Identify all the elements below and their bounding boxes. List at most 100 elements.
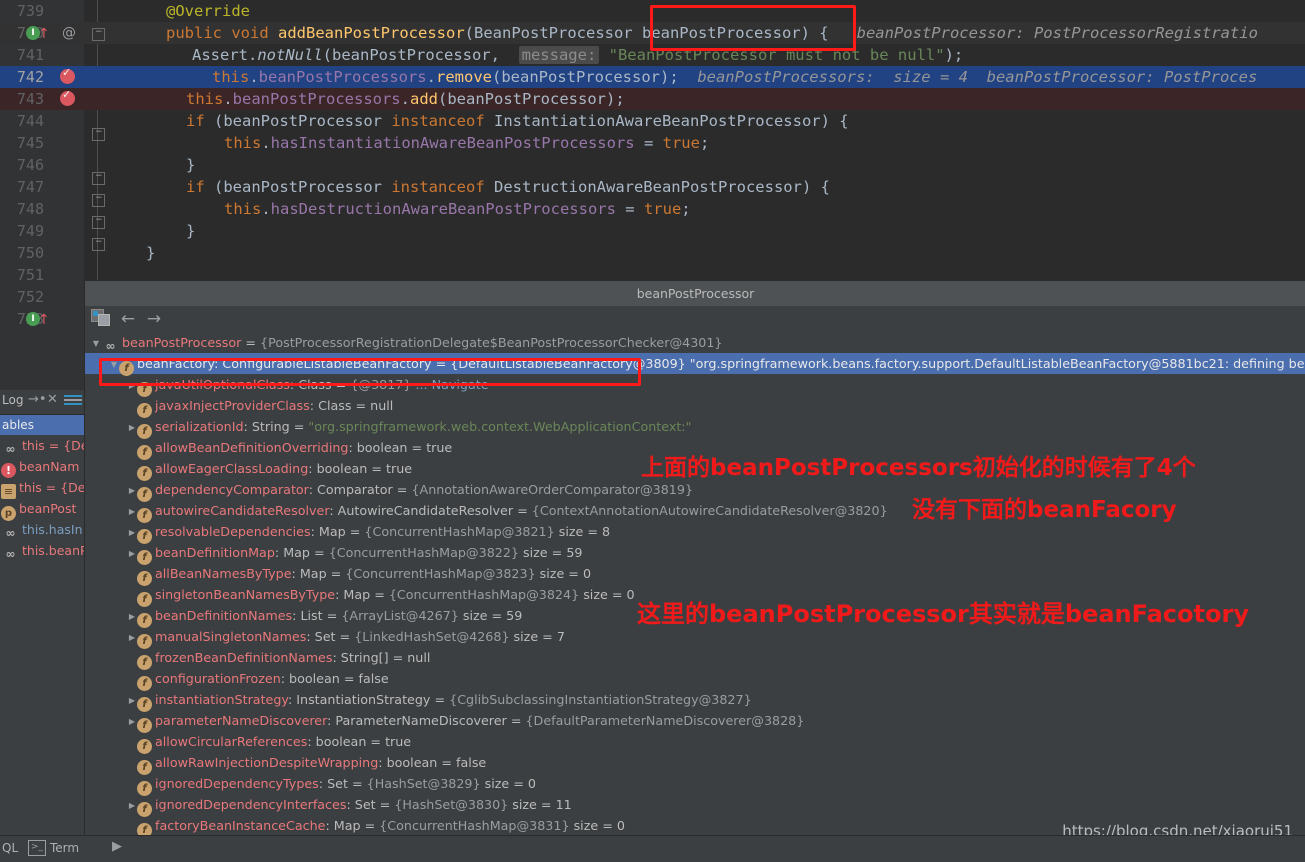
variable-list-item-label: this = {De [19,480,86,495]
variable-list-item-label: this = {De [22,438,89,453]
tree-row[interactable]: f allowRawInjectionDespiteWrapping: boole… [85,752,1305,775]
debug-panel-tabs[interactable]: Log →• ✕ [0,390,84,415]
chevron-right-icon[interactable] [127,795,137,816]
inline-hint-message-label: message: [518,46,600,64]
tree-row[interactable]: ∞ beanPostProcessor = {PostProcessorRegis… [85,332,1305,353]
tree-row-ref: {DefaultParameterNameDiscoverer@3828} [525,713,805,728]
menu-icon[interactable] [64,395,82,407]
line-number-747: 747 [16,178,44,196]
tree-row-type: : Class [289,377,332,392]
tree-row[interactable]: f allowCircularReferences: boolean = true [85,731,1305,754]
debug-value-popup[interactable]: beanPostProcessor ← → ∞ beanPostProcessor… [84,280,1305,862]
tree-row[interactable]: fparameterNameDiscoverer: ParameterNameD… [85,710,1305,733]
chevron-right-icon[interactable] [127,522,137,543]
layout-icon[interactable] [91,309,113,329]
tree-row-name: parameterNameDiscoverer [155,713,328,728]
status-bar[interactable]: QL >_ Term ▶ [0,835,1305,862]
popup-toolbar[interactable]: ← → [85,306,1305,332]
tree-row-value: size = 0 [535,566,592,581]
tab-log-label[interactable]: Log [2,393,23,407]
tree-row-type: : Set [306,629,336,644]
navigate-link[interactable]: ... Navigate [411,377,488,392]
tree-row[interactable]: fserializationId: String = "org.springfr… [85,416,1305,439]
variable-list-item[interactable]: ∞ this.beanP [0,540,88,561]
arrow-left-icon[interactable]: ← [117,309,139,329]
tree-row-type: : Set [346,797,376,812]
tree-row[interactable]: f javaxInjectProviderClass: Class = null [85,395,1305,418]
chevron-right-icon[interactable] [127,480,137,501]
tree-row-equals: = [322,608,342,623]
run-method-icon-2[interactable]: I ↑ [26,308,54,330]
chevron-right-icon[interactable] [127,501,137,522]
tree-row-equals: = [375,797,395,812]
tree-row[interactable]: f configurationFrozen: boolean = false [85,668,1305,691]
chevron-right-icon[interactable] [127,375,137,396]
chevron-right-icon[interactable] [127,606,137,627]
tree-row-ref: {ConcurrentHashMap@3824} [388,587,580,602]
arrow-right-icon[interactable]: → [143,309,165,329]
tree-row-name: serializationId [155,419,244,434]
tree-row-name: singletonBeanNamesByType [155,587,336,602]
tree-row[interactable]: finstantiationStrategy: InstantiationStr… [85,689,1305,712]
variable-list-item[interactable]: ∞ this.hasIn [0,519,84,540]
line-number-741: 741 [16,46,44,64]
breakpoint-icon-743[interactable]: ✓ [60,88,77,112]
chevron-right-icon[interactable] [127,543,137,564]
tree-row-equals: = [437,755,457,770]
variable-list-item-label: this.beanP [22,543,88,558]
local-var-icon: ∞ [5,547,16,561]
debug-variables-panel[interactable]: Log →• ✕ ables ∞ this = {De! beanNam ≡ this … [0,390,89,862]
variable-list-item[interactable]: ∞ this = {De [0,435,89,456]
fold-marker-749[interactable]: − [92,215,105,229]
variable-list-item[interactable]: ! beanNam [0,456,84,478]
variable-list-item[interactable]: ≡ this = {De [0,477,86,499]
breakpoint-icon-742[interactable]: ✓ [60,66,77,90]
chevron-down-icon[interactable] [91,333,101,354]
tree-row[interactable]: f allBeanNamesByType: Map = {ConcurrentHa… [85,563,1305,586]
terminal-icon[interactable]: >_ [28,840,46,856]
fold-marker-740[interactable]: − [92,27,105,41]
annotation-text: 上面的beanPostProcessors初始化的时候有了4个 [641,455,1196,481]
inline-hint-742a: beanPostProcessors: [697,68,875,86]
pin-icon[interactable]: →• [28,392,47,407]
tree-row-equals: = [331,377,351,392]
chevron-right-icon[interactable] [127,627,137,648]
chevron-right-icon[interactable] [127,417,137,438]
fold-marker-747[interactable]: − [92,193,105,207]
tree-row-type: : boolean [378,755,438,770]
tree-row[interactable]: fignoredDependencyInterfaces: Set = {Has… [85,794,1305,817]
fold-marker-744[interactable]: − [92,127,105,141]
tree-row[interactable]: fbeanDefinitionMap: Map = {ConcurrentHas… [85,542,1305,565]
tree-row[interactable]: fmanualSingletonNames: Set = {LinkedHash… [85,626,1305,649]
tree-row-ref: {@3817} [350,377,412,392]
tree-row-value: size = 8 [554,524,611,539]
tree-row[interactable]: f frozenBeanDefinitionNames: String[] = n… [85,647,1305,670]
chevron-down-icon[interactable] [109,354,119,375]
chevron-right-icon[interactable] [127,711,137,732]
play-icon[interactable]: ▶ [112,839,122,854]
tree-row-type: : boolean [308,461,368,476]
tree-row-name: javaUtilOptionalClass [155,377,290,392]
fold-marker-746[interactable]: − [92,171,105,185]
variables-row-list[interactable]: ∞ this = {De! beanNam ≡ this = {De p beanPost ∞… [0,435,89,561]
tree-row[interactable]: fresolvableDependencies: Map = {Concurre… [85,521,1305,544]
chevron-right-icon[interactable] [127,690,137,711]
tree-row-equals: = [339,671,359,686]
close-icon[interactable]: ✕ [47,392,58,407]
tree-row-equals: = [351,398,371,413]
code-line-748: this.hasDestructionAwareBeanPostProcesso… [224,200,691,218]
variable-list-item[interactable]: p beanPost [0,498,84,521]
run-method-icon[interactable]: I ↑ [26,22,54,44]
terminal-label[interactable]: Term [50,841,79,855]
fold-marker-750[interactable]: − [92,237,105,251]
tree-row[interactable]: fjavaUtilOptionalClass: Class = {@3817} … [85,374,1305,397]
line-number-743: 743 [16,90,44,108]
line-number-749: 749 [16,222,44,240]
tree-row[interactable]: fbeanFactory: ConfigurableListableBeanFa… [85,353,1305,376]
tree-row[interactable]: f ignoredDependencyTypes: Set = {HashSet@… [85,773,1305,796]
tree-row-type: : InstantiationStrategy [287,692,431,707]
tree-row-type: : ParameterNameDiscoverer [327,713,507,728]
sql-tool-label[interactable]: QL [2,841,18,855]
annotation-gutter-icon: @ [62,25,76,41]
tree-row-name: allowRawInjectionDespiteWrapping [155,755,379,770]
